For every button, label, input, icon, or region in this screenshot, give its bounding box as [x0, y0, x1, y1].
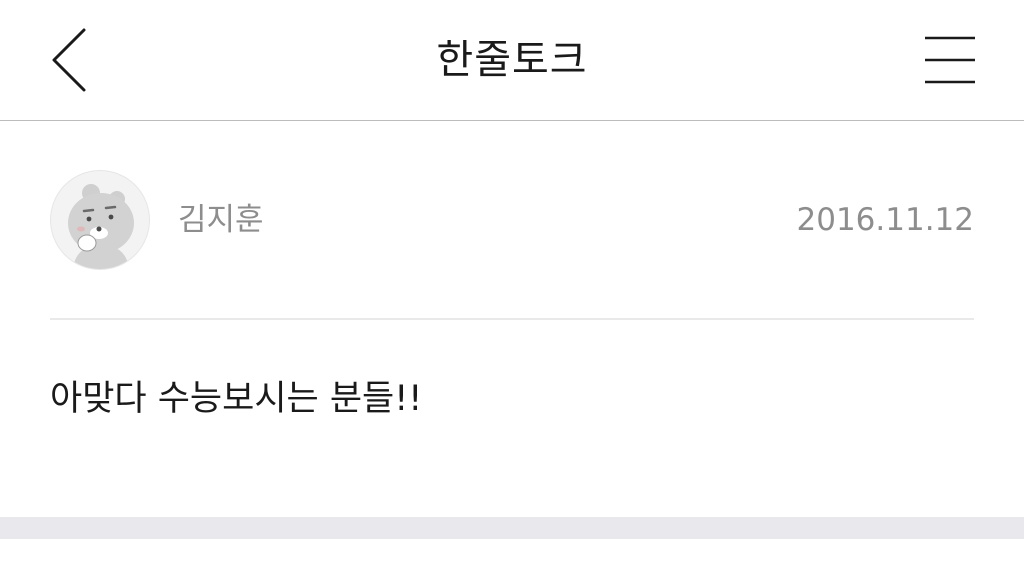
- post-card: 김지훈 2016.11.12 아맞다 수능보시는 분들!!: [0, 121, 1024, 517]
- lion-character-avatar-icon: [68, 184, 134, 269]
- hamburger-menu-icon: [925, 36, 975, 84]
- back-button[interactable]: [40, 24, 100, 96]
- divider: [50, 318, 974, 320]
- screen: 한줄토크 김지훈 2016.11.12 아맞다 수능보시는 분들!!: [0, 0, 1024, 577]
- bottom-area: [0, 539, 1024, 577]
- avatar[interactable]: [50, 170, 150, 270]
- section-separator: [0, 517, 1024, 539]
- top-nav-bar: 한줄토크: [0, 0, 1024, 121]
- post-content: 아맞다 수능보시는 분들!!: [50, 379, 423, 419]
- post-date: 2016.11.12: [796, 202, 975, 238]
- menu-button[interactable]: [916, 30, 984, 90]
- chevron-left-icon: [52, 28, 86, 92]
- page-title: 한줄토크: [436, 37, 588, 83]
- author-name[interactable]: 김지훈: [178, 198, 264, 242]
